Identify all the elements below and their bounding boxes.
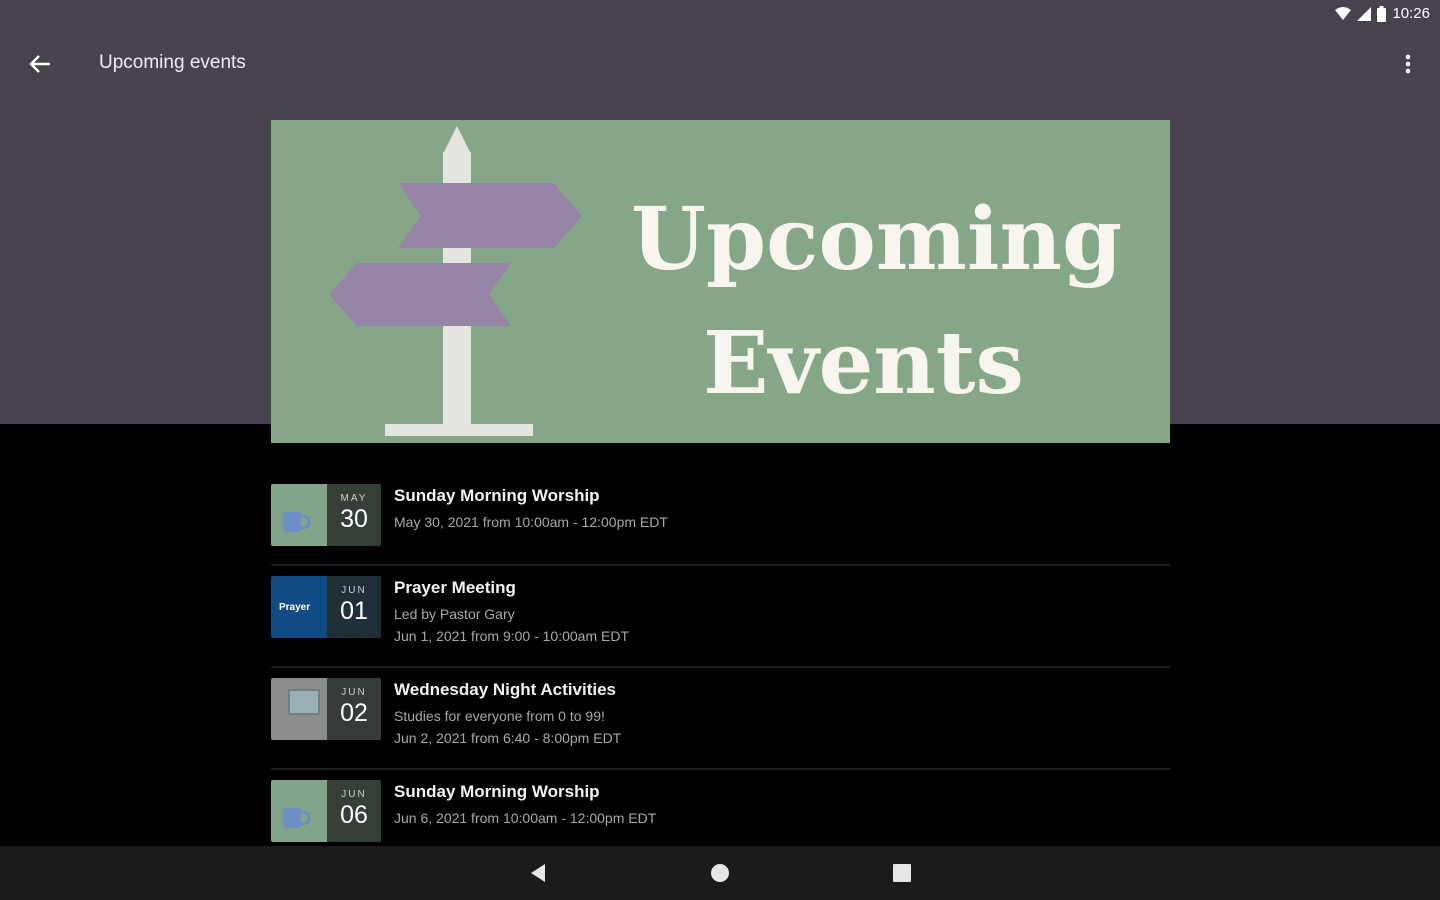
coffee-cup-icon [283, 512, 311, 532]
event-text: Sunday Morning Worship Jun 6, 2021 from … [394, 782, 656, 829]
date-badge: JUN 01 [327, 576, 381, 638]
event-list-item[interactable]: Prayer JUN 01 Prayer Meeting Led by Past… [271, 566, 1170, 668]
event-list: MAY 30 Sunday Morning Worship May 30, 20… [271, 474, 1170, 862]
more-vert-icon [1405, 54, 1411, 74]
square-recents-icon [893, 864, 911, 882]
thumbnail-caption: Prayer [279, 602, 311, 613]
date-month: JUN [341, 585, 367, 596]
back-button[interactable] [22, 46, 58, 82]
date-badge: JUN 02 [327, 678, 381, 740]
banner-heading: Upcoming Events [631, 178, 1123, 426]
circle-home-icon [711, 864, 729, 882]
page-title: Upcoming events [99, 52, 246, 73]
date-badge: JUN 06 [327, 780, 381, 842]
event-title: Sunday Morning Worship [394, 486, 600, 505]
event-title: Wednesday Night Activities [394, 680, 616, 699]
event-thumbnail: JUN 06 [271, 780, 381, 842]
date-day: 30 [340, 505, 368, 533]
date-day: 01 [340, 597, 368, 625]
event-detail: Jun 2, 2021 from 6:40 - 8:00pm EDT [394, 730, 622, 746]
system-navigation-bar [0, 846, 1440, 900]
event-thumbnail: JUN 02 [271, 678, 381, 740]
date-badge: MAY 30 [327, 484, 381, 546]
event-detail: Jun 6, 2021 from 10:00am - 12:00pm EDT [394, 810, 657, 826]
event-detail: Led by Pastor Gary [394, 606, 515, 622]
date-month: MAY [340, 493, 368, 504]
events-banner: Upcoming Events [271, 120, 1170, 443]
app-bar: Upcoming events [0, 30, 1440, 98]
event-detail: Studies for everyone from 0 to 99! [394, 708, 605, 724]
overflow-menu-button[interactable] [1394, 46, 1422, 82]
status-bar: 10:26 [0, 0, 1440, 30]
event-thumbnail: MAY 30 [271, 484, 381, 546]
nav-home-button[interactable] [704, 857, 736, 889]
event-title: Sunday Morning Worship [394, 782, 600, 801]
event-list-item[interactable]: MAY 30 Sunday Morning Worship May 30, 20… [271, 474, 1170, 566]
date-day: 02 [340, 699, 368, 727]
event-thumbnail: Prayer JUN 01 [271, 576, 381, 638]
banner-heading-line-2: Events [703, 313, 1024, 414]
arrow-left-icon [29, 55, 50, 73]
status-icons: 10:26 [1335, 5, 1430, 22]
nav-recents-button[interactable] [886, 857, 918, 889]
date-month: JUN [341, 687, 367, 698]
signpost-illustration [329, 126, 582, 436]
battery-icon [1377, 5, 1387, 22]
event-detail: Jun 1, 2021 from 9:00 - 10:00am EDT [394, 628, 630, 644]
wifi-icon [1335, 6, 1352, 20]
banner-heading-line-1: Upcoming [631, 189, 1123, 290]
event-detail: May 30, 2021 from 10:00am - 12:00pm EDT [394, 514, 668, 530]
event-title: Prayer Meeting [394, 578, 516, 597]
event-text: Sunday Morning Worship May 30, 2021 from… [394, 486, 668, 533]
date-day: 06 [340, 801, 368, 829]
nav-back-button[interactable] [522, 857, 554, 889]
event-list-item[interactable]: JUN 02 Wednesday Night Activities Studie… [271, 668, 1170, 770]
cell-signal-icon [1357, 6, 1372, 21]
coffee-cup-icon [283, 808, 311, 828]
event-text: Wednesday Night Activities Studies for e… [394, 680, 621, 749]
event-text: Prayer Meeting Led by Pastor Gary Jun 1,… [394, 578, 629, 647]
status-time: 10:26 [1392, 5, 1430, 22]
date-month: JUN [341, 789, 367, 800]
chalkboard-icon [288, 689, 320, 715]
triangle-back-icon [531, 864, 545, 882]
